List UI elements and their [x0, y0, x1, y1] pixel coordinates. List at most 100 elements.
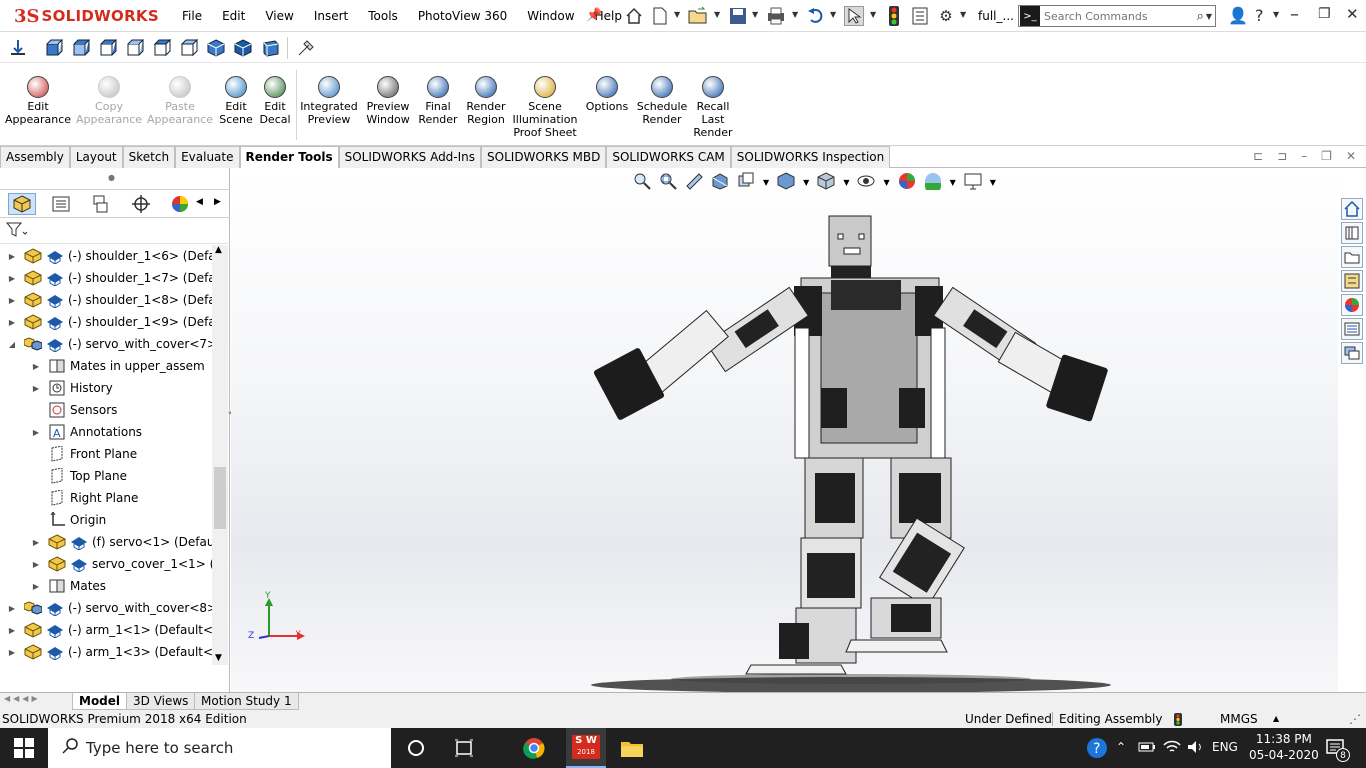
restore-window-icon[interactable]: ❐	[1318, 6, 1331, 22]
print-dropdown-icon[interactable]: ▼	[792, 10, 798, 19]
tab-scroll-left-icon[interactable]: ◀	[196, 197, 203, 207]
tab-assembly[interactable]: Assembly	[0, 146, 70, 168]
tab-render-tools[interactable]: Render Tools	[239, 146, 339, 168]
property-manager-tab-icon[interactable]	[47, 193, 75, 215]
save-icon[interactable]	[728, 6, 748, 26]
custom-properties-icon[interactable]	[1341, 318, 1363, 340]
tab-solidworks-inspection[interactable]: SOLIDWORKS Inspection	[730, 146, 891, 168]
bottom-tab-motion-study-1[interactable]: Motion Study 1	[194, 693, 299, 710]
menu-photoview-360[interactable]: PhotoView 360	[408, 9, 517, 23]
feature-tree-item[interactable]: ◢ (-) servo_with_cover<7> (I	[6, 333, 212, 355]
wifi-icon[interactable]	[1163, 740, 1181, 757]
dimetric-view-icon[interactable]	[260, 38, 280, 58]
dimxpert-manager-tab-icon[interactable]	[127, 193, 155, 215]
tile-left-icon[interactable]: ⊏	[1253, 149, 1263, 163]
expand-toggle-icon[interactable]: ▶	[30, 560, 42, 569]
expand-toggle-icon[interactable]: ◢	[6, 340, 18, 349]
copy-appearance-button[interactable]: Copy Appearance	[74, 76, 144, 126]
expand-toggle-icon[interactable]: ▶	[30, 428, 42, 437]
tab-solidworks-cam[interactable]: SOLIDWORKS CAM	[606, 146, 731, 168]
feature-tree-item[interactable]: Origin	[30, 509, 106, 531]
isometric-view-icon[interactable]	[206, 38, 226, 58]
search-input[interactable]	[1044, 9, 1184, 23]
options-dropdown-icon[interactable]: ▼	[960, 10, 966, 19]
expand-toggle-icon[interactable]: ▶	[30, 362, 42, 371]
tab-navigation-arrows-icon[interactable]: ◀◀◀▶	[4, 694, 41, 703]
graphics-area[interactable]: ▼ ▼ ▼ ▼ ▼ ▼ Y X Z	[231, 168, 1338, 692]
save-dropdown-icon[interactable]: ▼	[752, 10, 758, 19]
left-view-icon[interactable]	[98, 38, 118, 58]
expand-toggle-icon[interactable]: ▶	[6, 274, 18, 283]
bottom-tab-3d-views[interactable]: 3D Views	[126, 693, 196, 710]
doc-minimize-icon[interactable]: –	[1301, 149, 1307, 163]
feature-tree-item[interactable]: ▶ Mates	[30, 575, 106, 597]
menu-insert[interactable]: Insert	[304, 9, 358, 23]
undo-icon[interactable]	[806, 6, 826, 26]
robot-assembly-model[interactable]	[231, 168, 1338, 692]
search-icon[interactable]: ⌕	[1197, 9, 1204, 24]
close-window-icon[interactable]: ✕	[1346, 5, 1359, 23]
file-properties-icon[interactable]	[910, 6, 930, 26]
system-clock[interactable]: 11:38 PM 05-04-2020	[1249, 731, 1319, 763]
feature-manager-tab-icon[interactable]	[8, 193, 36, 215]
front-view-icon[interactable]	[44, 38, 64, 58]
new-document-icon[interactable]	[650, 6, 670, 26]
trimetric-view-icon[interactable]	[233, 38, 253, 58]
solidworks-forum-icon[interactable]	[1341, 342, 1363, 364]
help-dropdown-icon[interactable]: ▼	[1273, 10, 1279, 19]
cortana-icon[interactable]	[407, 739, 425, 760]
unit-system-dropdown-icon[interactable]: ▲	[1273, 710, 1279, 728]
help-icon[interactable]: ?	[1255, 6, 1264, 25]
rebuild-traffic-light-icon[interactable]	[884, 6, 904, 26]
feature-tree-item[interactable]: ▶ (f) servo<1> (Default<	[30, 531, 212, 553]
expand-toggle-icon[interactable]: ▶	[30, 582, 42, 591]
bottom-tab-model[interactable]: Model	[72, 693, 128, 710]
feature-tree-item[interactable]: ▶ Mates in upper_assem	[30, 355, 205, 377]
battery-icon[interactable]	[1138, 741, 1156, 756]
feature-tree-item[interactable]: ▶ (-) shoulder_1<8> (Default	[6, 289, 212, 311]
feature-tree-item[interactable]: ▶ History	[30, 377, 113, 399]
display-manager-tab-icon[interactable]	[166, 193, 194, 215]
user-account-icon[interactable]: 👤	[1228, 6, 1248, 25]
show-hidden-icons-icon[interactable]: ⌃	[1116, 740, 1126, 754]
feature-tree-item[interactable]: ▶ (-) shoulder_1<9> (Default	[6, 311, 212, 333]
windows-start-icon[interactable]	[14, 738, 34, 761]
feature-tree-item[interactable]: ▶ (-) shoulder_1<6> (Default	[6, 245, 212, 267]
solidworks-resources-icon[interactable]	[1341, 198, 1363, 220]
recall-last-render-button[interactable]: Recall Last Render	[678, 76, 748, 139]
tab-layout[interactable]: Layout	[69, 146, 123, 168]
view-palette-icon[interactable]	[1341, 270, 1363, 292]
doc-close-icon[interactable]: ✕	[1346, 149, 1356, 163]
bottom-view-icon[interactable]	[179, 38, 199, 58]
chrome-taskbar-icon[interactable]	[523, 737, 545, 762]
file-explorer-taskbar-icon[interactable]	[620, 738, 644, 761]
search-commands-box[interactable]: >_ ⌕ ▼	[1018, 5, 1216, 27]
expand-toggle-icon[interactable]: ▶	[6, 296, 18, 305]
scroll-thumb[interactable]	[214, 467, 226, 529]
pin-icon[interactable]: 📌	[586, 8, 602, 23]
scene-illumination-button[interactable]: Scene Illumination Proof Sheet	[510, 76, 580, 139]
expand-toggle-icon[interactable]: ▶	[6, 318, 18, 327]
search-dropdown-icon[interactable]: ▼	[1206, 12, 1212, 21]
scroll-down-icon[interactable]: ▼	[215, 653, 222, 663]
top-view-icon[interactable]	[152, 38, 172, 58]
input-language[interactable]: ENG	[1212, 740, 1238, 754]
tile-right-icon[interactable]: ⊐	[1277, 149, 1287, 163]
expand-toggle-icon[interactable]: ▶	[6, 648, 18, 657]
feature-tree-item[interactable]: ▶ servo_cover_1<1> (De	[30, 553, 212, 575]
select-dropdown-icon[interactable]: ▼	[870, 10, 876, 19]
file-explorer-icon[interactable]	[1341, 246, 1363, 268]
back-view-icon[interactable]	[71, 38, 91, 58]
doc-restore-icon[interactable]: ❐	[1321, 149, 1332, 163]
unit-system[interactable]: MMGS	[1220, 710, 1258, 728]
feature-tree-item[interactable]: Top Plane	[30, 465, 127, 487]
expand-toggle-icon[interactable]: ▶	[30, 538, 42, 547]
undo-dropdown-icon[interactable]: ▼	[830, 10, 836, 19]
taskbar-search-box[interactable]: Type here to search	[48, 728, 391, 768]
feature-tree-item[interactable]: Right Plane	[30, 487, 138, 509]
edit-appearance-button[interactable]: Edit Appearance	[3, 76, 73, 126]
feature-tree-item[interactable]: Front Plane	[30, 443, 137, 465]
home-icon[interactable]	[624, 6, 644, 26]
appearances-scenes-icon[interactable]	[1341, 294, 1363, 316]
tab-scroll-right-icon[interactable]: ▶	[214, 197, 221, 207]
